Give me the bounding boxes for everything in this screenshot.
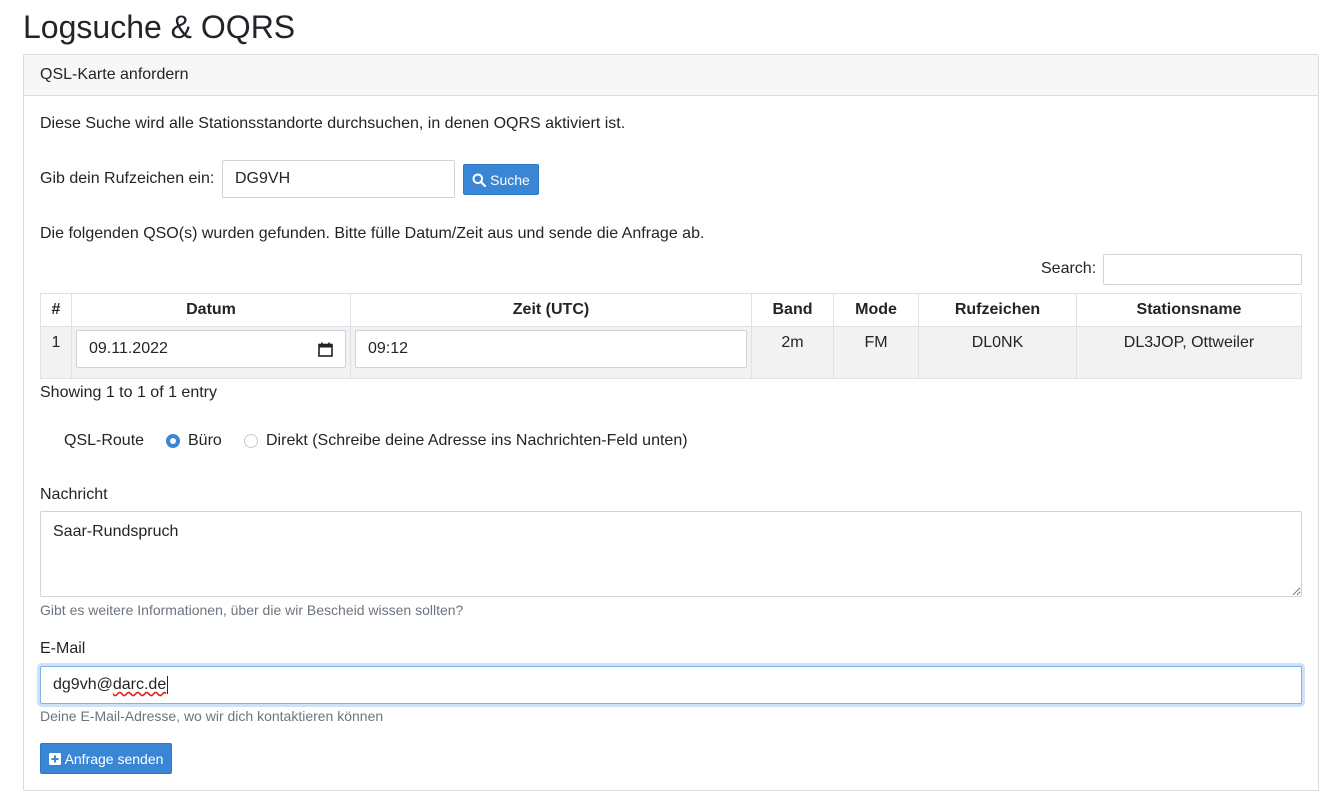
row-band: 2m <box>751 326 834 379</box>
qsl-request-card: QSL-Karte anfordern Diese Suche wird all… <box>23 54 1319 791</box>
results-info: Die folgenden QSO(s) wurden gefunden. Bi… <box>40 225 705 242</box>
plus-square-icon <box>48 752 61 765</box>
card-header: QSL-Karte anfordern <box>24 55 1318 96</box>
row-callsign: DL0NK <box>918 326 1077 379</box>
message-help: Gibt es weitere Informationen, über die … <box>40 602 464 618</box>
submit-request-button[interactable]: Anfrage senden <box>40 743 172 774</box>
row-mode: FM <box>833 326 919 379</box>
email-value-user: dg9vh@ <box>53 676 113 693</box>
text-caret <box>167 676 169 694</box>
col-station[interactable]: Stationsname <box>1076 293 1302 327</box>
email-input[interactable]: dg9vh@ darc.de <box>40 666 1302 704</box>
col-time[interactable]: Zeit (UTC) <box>350 293 752 327</box>
col-number[interactable]: # <box>40 293 72 327</box>
qsl-route-label: QSL-Route <box>64 432 145 449</box>
row-date-cell: 09.11.2022 <box>71 326 351 379</box>
radio-direkt-label[interactable]: Direkt (Schreibe deine Adresse ins Nachr… <box>266 431 688 451</box>
message-textarea[interactable]: Saar-Rundspruch <box>40 511 1302 597</box>
row-time-cell: 09:12 <box>350 326 752 379</box>
page-title: Logsuche & OQRS <box>23 9 296 45</box>
col-mode[interactable]: Mode <box>833 293 919 327</box>
table-info: Showing 1 to 1 of 1 entry <box>40 384 217 401</box>
message-label: Nachricht <box>40 486 108 503</box>
date-value: 09.11.2022 <box>89 340 168 357</box>
row-station: DL3JOP, Ottweiler <box>1076 326 1302 379</box>
date-input[interactable]: 09.11.2022 <box>76 330 346 368</box>
table-row: 1 09.11.2022 09:12 2m FM DL0NK DL3JOP, O… <box>40 326 1302 379</box>
email-help: Deine E-Mail-Adresse, wo wir dich kontak… <box>40 708 384 724</box>
search-icon <box>472 173 487 187</box>
time-value: 09:12 <box>368 340 409 357</box>
intro-text: Diese Suche wird alle Stationsstandorte … <box>40 115 626 132</box>
radio-buero-label[interactable]: Büro <box>188 431 222 451</box>
callsign-label: Gib dein Rufzeichen ein: <box>40 170 215 187</box>
table-search-input[interactable] <box>1103 254 1302 285</box>
table-search-label: Search: <box>1041 260 1097 277</box>
time-input[interactable]: 09:12 <box>355 330 747 368</box>
submit-request-label: Anfrage senden <box>64 750 164 767</box>
calendar-icon[interactable] <box>318 342 333 357</box>
col-callsign[interactable]: Rufzeichen <box>918 293 1077 327</box>
radio-direkt[interactable] <box>244 434 258 448</box>
search-button-label: Suche <box>490 171 530 188</box>
qso-table: # Datum Zeit (UTC) Band Mode Rufzeichen … <box>40 293 1302 379</box>
table-header-row: # Datum Zeit (UTC) Band Mode Rufzeichen … <box>40 293 1302 327</box>
col-date[interactable]: Datum <box>71 293 351 327</box>
row-number: 1 <box>40 326 72 379</box>
col-band[interactable]: Band <box>751 293 834 327</box>
email-value-domain: darc.de <box>112 676 167 693</box>
email-label: E-Mail <box>40 640 86 657</box>
callsign-input[interactable] <box>222 160 455 198</box>
search-button[interactable]: Suche <box>463 164 539 195</box>
radio-buero[interactable] <box>166 434 180 448</box>
